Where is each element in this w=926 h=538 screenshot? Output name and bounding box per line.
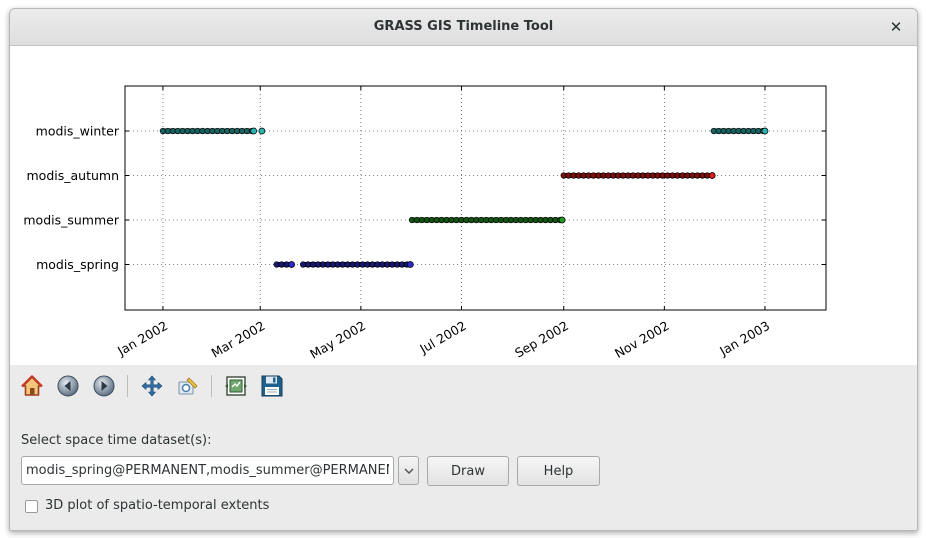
close-button[interactable]: ✕: [885, 16, 907, 38]
configure-subplots-button[interactable]: [222, 372, 250, 400]
y-tick-label: modis_spring: [36, 257, 119, 272]
home-button[interactable]: [18, 372, 46, 400]
x-tick-label: Jan 2003: [716, 318, 772, 359]
series-modis_autumn: [560, 172, 716, 179]
pan-icon: [141, 375, 163, 397]
3d-plot-checkbox[interactable]: [25, 500, 38, 513]
data-point: [250, 127, 258, 135]
toolbar-separator: [211, 375, 212, 397]
toolbar-separator: [127, 375, 128, 397]
window-title: GRASS GIS Timeline Tool: [373, 19, 554, 34]
zoom-icon: [178, 377, 198, 395]
help-button[interactable]: Help: [517, 456, 600, 486]
configure-subplots-icon: [225, 376, 247, 396]
dataset-dropdown-button[interactable]: [398, 456, 419, 485]
series-modis_winter: [159, 127, 769, 135]
data-point: [406, 261, 414, 268]
timeline-chart: Jan 2002 Mar 2002 May 2002 Jul 2002 Sep 2002…: [23, 85, 827, 362]
data-point: [258, 127, 266, 135]
data-point: [761, 127, 769, 135]
save-button[interactable]: [258, 372, 286, 400]
back-button[interactable]: [54, 372, 82, 400]
chevron-down-icon: [403, 467, 414, 474]
x-tick-label: Jul 2002: [416, 318, 468, 357]
x-tick-label: Mar 2002: [209, 318, 268, 361]
x-tick-label: May 2002: [307, 318, 368, 362]
dataset-input[interactable]: [21, 456, 394, 485]
timeline-tool-window: GRASS GIS Timeline Tool ✕ Jan 2002 Mar 20…: [9, 8, 918, 531]
3d-plot-checkbox-label[interactable]: 3D plot of spatio-temporal extents: [45, 498, 269, 513]
x-tick-label: Jan 2002: [114, 318, 170, 359]
x-tick-label: Sep 2002: [512, 318, 571, 361]
zoom-button[interactable]: [174, 372, 202, 400]
y-tick-label: modis_winter: [36, 124, 120, 139]
data-point: [558, 216, 566, 224]
forward-button[interactable]: [90, 372, 118, 400]
navigation-toolbar: [10, 370, 917, 404]
y-tick-label: modis_summer: [23, 213, 119, 228]
series-modis_summer: [408, 216, 566, 224]
home-icon: [21, 375, 43, 396]
plot-frame: [124, 85, 827, 311]
pan-button[interactable]: [138, 372, 166, 400]
forward-icon: [93, 375, 115, 397]
data-point: [708, 172, 716, 179]
dataset-select-label: Select space time dataset(s):: [21, 433, 212, 448]
title-bar: GRASS GIS Timeline Tool ✕: [10, 9, 917, 46]
x-tick-label: Nov 2002: [612, 318, 672, 361]
save-icon: [261, 375, 283, 397]
draw-button[interactable]: Draw: [427, 456, 509, 486]
back-icon: [57, 375, 79, 397]
series-modis_spring: [273, 261, 414, 268]
y-tick-label: modis_autumn: [27, 168, 120, 183]
data-point: [288, 261, 295, 268]
plot-canvas[interactable]: Jan 2002 Mar 2002 May 2002 Jul 2002 Sep 2002…: [10, 46, 917, 365]
